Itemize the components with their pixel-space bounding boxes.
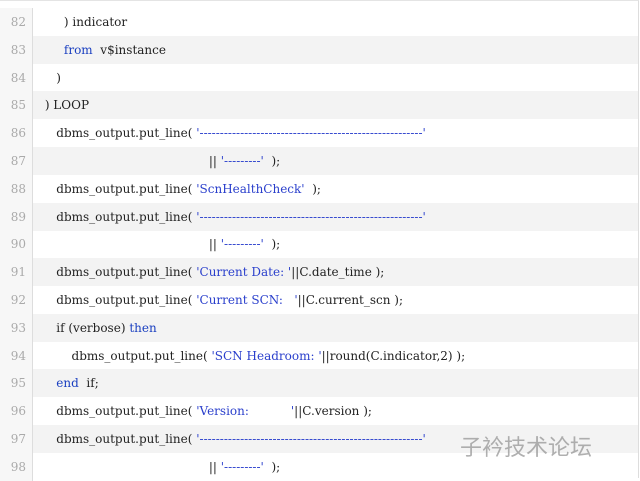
code-token: dbms_output.put_line(	[41, 265, 197, 280]
code-line: 84 )	[0, 63, 638, 92]
code-token: );	[263, 154, 281, 168]
code-text: dbms_output.put_line( '-----------------…	[33, 126, 426, 140]
code-token: dbms_output.put_line(	[41, 404, 197, 419]
code-text: dbms_output.put_line( 'Current SCN: '||C…	[33, 293, 403, 307]
string-literal: '---------------------------------------…	[196, 126, 426, 141]
code-block: 82 ) indicator 83 from v$instance 84 ) 85 )…	[0, 0, 639, 481]
code-text: ) LOOP	[33, 98, 89, 112]
keyword: end	[56, 376, 79, 391]
line-number: 90	[0, 230, 33, 259]
line-number: 86	[0, 119, 33, 148]
code-text: dbms_output.put_line( 'ScnHealthCheck' )…	[33, 182, 321, 196]
line-number: 82	[0, 8, 33, 36]
code-line: 96 dbms_output.put_line( 'Version: '||C.…	[0, 397, 638, 426]
code-line: 92 dbms_output.put_line( 'Current SCN: '…	[0, 286, 638, 314]
code-line: 91 dbms_output.put_line( 'Current Date: …	[0, 258, 638, 287]
code-line: 94 dbms_output.put_line( 'SCN Headroom: …	[0, 341, 638, 370]
string-literal: '---------------------------------------…	[196, 432, 426, 446]
code-text: dbms_output.put_line( 'Version: '||C.ver…	[33, 404, 372, 418]
code-line: 85 ) LOOP	[0, 91, 638, 120]
code-line: 89 dbms_output.put_line( '--------------…	[0, 202, 638, 231]
string-literal: 'ScnHealthCheck'	[196, 181, 305, 196]
line-number: 87	[0, 147, 33, 175]
code-line: 88 dbms_output.put_line( 'ScnHealthCheck…	[0, 174, 638, 203]
code-token: dbms_output.put_line(	[41, 209, 197, 224]
code-token: v$instance	[92, 42, 166, 57]
keyword: then	[129, 320, 157, 335]
code-text: if (verbose) then	[33, 320, 157, 335]
code-token: ) indicator	[41, 15, 128, 29]
code-text: end if;	[33, 376, 99, 391]
code-line: 87 || '---------' );	[0, 147, 638, 175]
code-text: || '---------' );	[33, 154, 280, 168]
code-token: ||	[41, 237, 221, 252]
code-text: from v$instance	[33, 43, 166, 57]
string-literal: 'Current Date: '	[196, 265, 292, 280]
code-text: dbms_output.put_line( '-----------------…	[33, 210, 426, 224]
code-token: ||round(C.indicator,2) );	[321, 348, 466, 363]
code-token: ||	[41, 459, 221, 474]
line-number: 97	[0, 425, 33, 453]
line-number: 92	[0, 286, 33, 314]
code-line: 93 if (verbose) then	[0, 313, 638, 342]
code-token: if;	[78, 376, 99, 391]
code-token: dbms_output.put_line(	[41, 348, 212, 363]
string-literal: '---------'	[220, 459, 264, 474]
code-token: if (verbose)	[41, 320, 130, 335]
string-literal: '---------------------------------------…	[196, 209, 426, 224]
line-number: 95	[0, 369, 33, 398]
string-literal: '---------'	[220, 237, 264, 252]
code-token: ) LOOP	[41, 98, 90, 113]
code-line: 83 from v$instance	[0, 35, 638, 64]
watermark: 子衿技术论坛	[460, 436, 593, 461]
code-token: dbms_output.put_line(	[41, 432, 197, 446]
string-literal: '---------'	[220, 154, 264, 168]
line-number: 91	[0, 258, 33, 287]
code-token: );	[263, 459, 281, 474]
code-token: ||C.date_time );	[291, 265, 385, 280]
string-literal: 'Version: '	[196, 404, 295, 419]
line-number: 94	[0, 341, 33, 370]
code-text: ) indicator	[33, 15, 127, 29]
code-text: dbms_output.put_line( 'Current Date: '||…	[33, 265, 384, 279]
code-text: || '---------' );	[33, 237, 280, 251]
code-text: dbms_output.put_line( '-----------------…	[33, 432, 426, 446]
line-number: 96	[0, 397, 33, 426]
line-number: 93	[0, 313, 33, 342]
code-token: )	[41, 70, 61, 85]
code-text: )	[33, 71, 61, 85]
code-text: || '---------' );	[33, 460, 280, 474]
code-line: 82 ) indicator	[0, 8, 638, 36]
keyword: from	[63, 42, 93, 57]
string-literal: 'Current SCN: '	[196, 293, 298, 307]
code-token: ||C.current_scn );	[297, 293, 404, 307]
line-number: 85	[0, 91, 33, 120]
code-token: ||	[41, 154, 221, 168]
code-line: 95 end if;	[0, 369, 638, 398]
code-token: dbms_output.put_line(	[41, 181, 197, 196]
string-literal: 'SCN Headroom: '	[211, 348, 322, 363]
line-number: 83	[0, 35, 33, 64]
code-line: 86 dbms_output.put_line( '--------------…	[0, 119, 638, 148]
code-text: dbms_output.put_line( 'SCN Headroom: '||…	[33, 348, 466, 363]
code-line: 90 || '---------' );	[0, 230, 638, 259]
code-token: );	[263, 237, 281, 252]
code-token: dbms_output.put_line(	[41, 126, 197, 141]
line-number: 84	[0, 63, 33, 92]
code-token: dbms_output.put_line(	[41, 293, 197, 307]
line-number: 88	[0, 174, 33, 203]
code-token: ||C.version );	[294, 404, 372, 419]
line-number: 89	[0, 202, 33, 231]
code-token: );	[304, 181, 321, 196]
